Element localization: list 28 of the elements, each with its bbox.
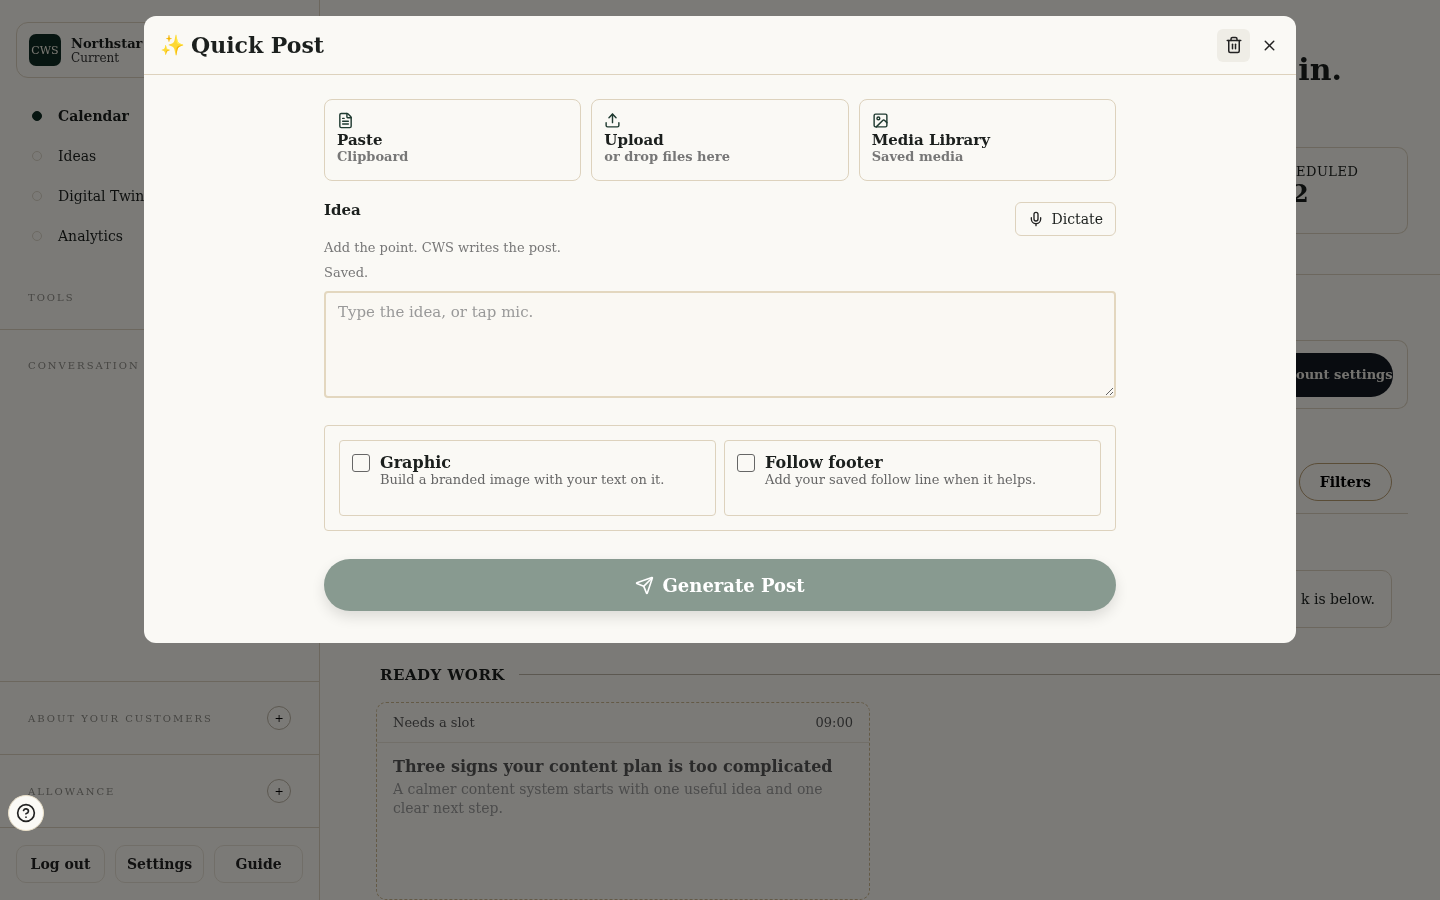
source-title: Paste	[337, 131, 384, 149]
source-subtitle: or drop files here	[604, 149, 731, 164]
save-status: Saved.	[324, 265, 370, 280]
nav-label: Ideas	[58, 148, 97, 164]
dialog-title: Quick Post	[191, 32, 325, 58]
section-heading: READY WORK	[380, 665, 505, 684]
stat-label: EDULED	[1296, 164, 1360, 179]
post-title: Three signs your content plan is too complicated	[392, 755, 834, 778]
workspace-status: Current	[71, 50, 121, 65]
source-title: Media Library	[871, 131, 992, 149]
option-description: Add your saved follow line when it helps.	[765, 472, 1037, 487]
idea-hint: Add the point. CWS writes the post.	[324, 240, 562, 255]
page-heading: in.	[1298, 52, 1342, 87]
option-title: Follow footer	[765, 453, 884, 472]
workspace-logo: CWS	[29, 34, 61, 66]
nav-label: Calendar	[58, 108, 129, 124]
source-subtitle: Clipboard	[337, 149, 410, 164]
nav-label: Digital Twin	[58, 188, 145, 204]
source-subtitle: Saved media	[871, 149, 965, 164]
slot-time: 09:00	[815, 714, 853, 730]
option-title: Graphic	[380, 453, 453, 472]
workspace-name: Northstar	[71, 35, 143, 51]
source-title: Upload	[604, 131, 665, 149]
sparkle-emoji: ✨	[160, 33, 185, 57]
slot-status: Needs a slot	[393, 714, 475, 730]
idea-label: Idea	[324, 201, 361, 219]
nav-label: Analytics	[58, 228, 123, 244]
option-description: Build a branded image with your text on it.	[380, 472, 665, 487]
